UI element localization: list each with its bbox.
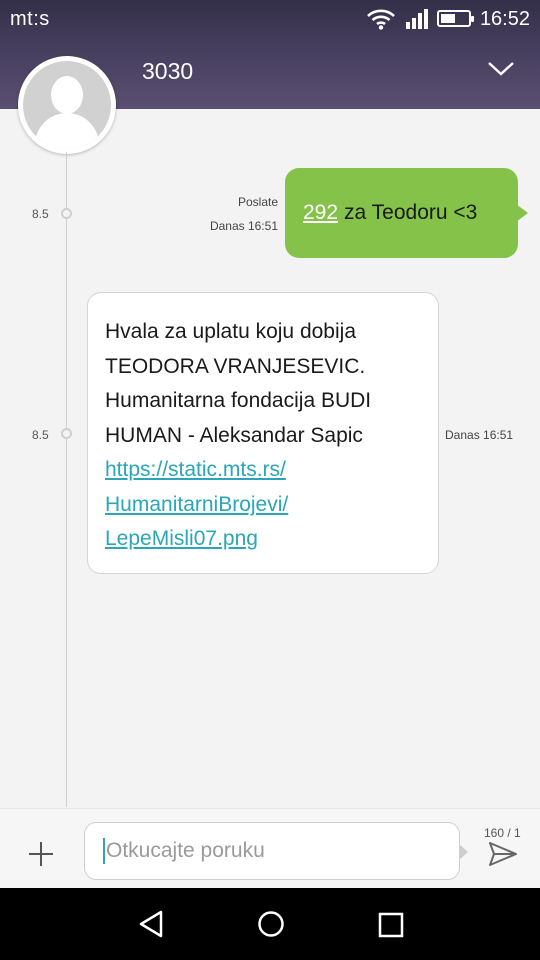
message-status: Poslate <box>237 195 278 209</box>
timeline-line <box>66 152 67 807</box>
wifi-icon <box>366 8 396 35</box>
text-cursor <box>103 838 105 864</box>
plus-icon <box>29 842 53 866</box>
message-line: HUMAN - Aleksandar Sapic <box>105 423 363 447</box>
back-icon[interactable] <box>138 910 164 943</box>
url-link[interactable]: HumanitarniBrojevi/ <box>105 488 422 523</box>
url-link[interactable]: https://static.mts.rs/ <box>105 453 422 488</box>
message-line: Humanitarna fondacija BUDI <box>105 389 372 412</box>
contact-name[interactable]: 3030 <box>142 58 193 85</box>
carrier-name: mt:s <box>10 8 50 30</box>
sent-message-bubble[interactable]: 292 za Teodoru <3 <box>285 168 528 258</box>
person-icon <box>23 61 111 149</box>
send-button[interactable] <box>488 841 518 867</box>
phone-number-link[interactable]: 292 <box>303 201 338 225</box>
status-bar: mt:s 16:52 <box>0 0 540 38</box>
message-time: Danas 16:51 <box>445 428 514 442</box>
timeline-dot <box>61 428 72 439</box>
signal-icon <box>405 8 429 35</box>
message-line: TEODORA VRANJESEVIC. <box>105 354 366 378</box>
home-icon[interactable] <box>257 910 285 943</box>
url-link[interactable]: LepeMisli07.png <box>105 522 422 557</box>
day-label: 8.5 <box>32 207 49 221</box>
battery-icon <box>437 10 474 27</box>
day-label: 8.5 <box>32 428 49 442</box>
chevron-down-icon[interactable] <box>487 60 515 83</box>
received-message-bubble[interactable]: Hvala za uplatu koju dobija TEODORA VRAN… <box>87 292 439 574</box>
character-counter: 160 / 1 <box>484 826 521 840</box>
sent-message-text: za Teodoru <3 <box>344 201 478 224</box>
avatar[interactable] <box>18 56 116 154</box>
message-time: Danas 16:51 <box>209 219 278 233</box>
status-time: 16:52 <box>479 8 530 30</box>
recent-apps-icon[interactable] <box>378 912 404 943</box>
battery-level <box>441 14 455 23</box>
timeline-dot <box>61 208 72 219</box>
message-input-box[interactable] <box>84 822 468 880</box>
add-attachment-button[interactable] <box>26 839 56 869</box>
message-line: Hvala za uplatu koju dobija <box>105 320 356 343</box>
composer-bar: 160 / 1 <box>0 808 540 888</box>
send-icon <box>489 842 517 866</box>
message-input[interactable] <box>106 839 436 863</box>
